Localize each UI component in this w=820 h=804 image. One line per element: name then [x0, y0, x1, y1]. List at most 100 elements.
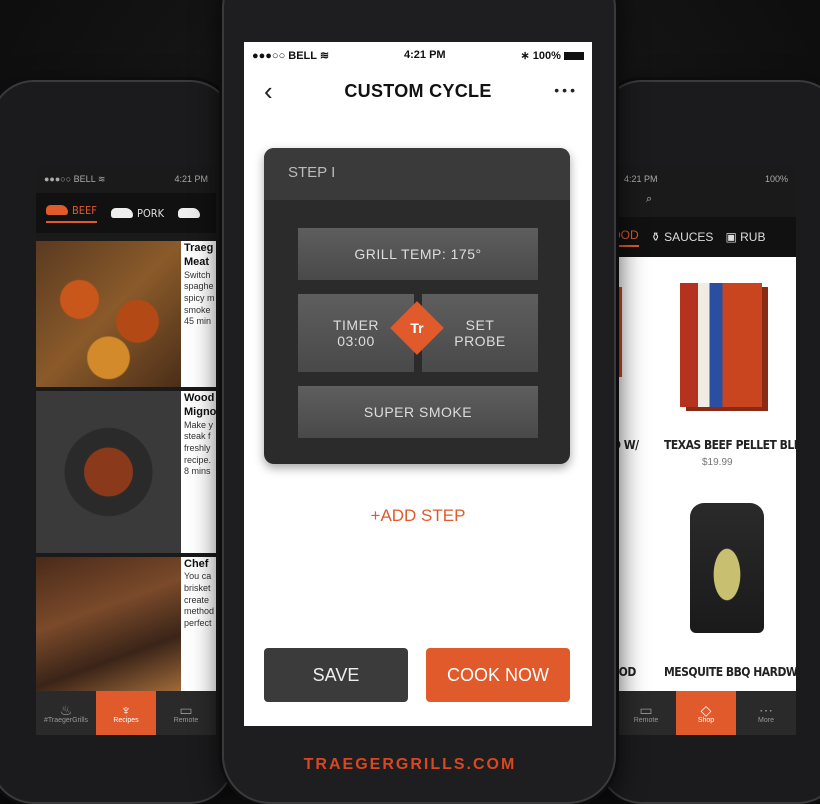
- list-item[interactable]: Wood Migno Make y steak f freshly recipe…: [36, 391, 216, 553]
- product-name[interactable]: MESQUITE BBQ HARDWOOD: [664, 665, 796, 679]
- sauce-icon: ⚱: [650, 230, 661, 244]
- battery: ∗ 100%: [521, 49, 584, 62]
- tab-label: More: [758, 716, 774, 724]
- tab-sauces[interactable]: ⚱ SAUCES: [651, 230, 714, 244]
- chef-icon: ♆: [120, 701, 132, 718]
- recipe-text: Wood Migno Make y steak f freshly recipe…: [184, 391, 216, 478]
- tab-label: Remote: [173, 716, 199, 724]
- list-item[interactable]: Chef You ca brisket create method perfec…: [36, 557, 216, 691]
- grill-temp-button[interactable]: GRILL TEMP: 175°: [298, 228, 538, 280]
- traeger-logo-icon: Tr: [390, 301, 444, 355]
- status-bar: 4:21 PM 100%: [616, 165, 796, 193]
- recipe-image: [36, 241, 181, 387]
- add-step-link[interactable]: +ADD STEP: [244, 506, 592, 526]
- tab-label: PORK: [137, 206, 165, 220]
- right-phone-screen: 4:21 PM 100% ⌕ HARDWOOD ⚱ SAUCES ▣ RUB D…: [616, 165, 796, 735]
- website-footer: TRAEGERGRILLS.COM: [303, 756, 517, 773]
- super-smoke-label: SUPER SMOKE: [363, 404, 473, 420]
- center-phone-screen: ●●●○○ BELL ≋ 4:21 PM ∗ 100% ‹ CUSTOM CYC…: [244, 42, 592, 726]
- list-item[interactable]: Traeg Meat Switch spaghe spicy m smoke 4…: [36, 241, 216, 387]
- recipe-time: 8 mins: [184, 466, 211, 477]
- bottom-tab-bar: ▭ Remote ◇ Shop ⋯ More: [616, 691, 796, 735]
- cook-now-button[interactable]: COOK NOW: [426, 648, 570, 702]
- tab-remote[interactable]: ▭ Remote: [156, 691, 216, 735]
- tab-label: RUB: [740, 230, 766, 244]
- tab-label: SAUCES: [664, 230, 714, 244]
- rub-icon: ▣: [725, 230, 737, 244]
- tab-label: Remote: [633, 716, 659, 724]
- more-options-icon[interactable]: •••: [554, 82, 578, 98]
- left-phone-screen: ●●●○○ BELL ≋ 4:21 PM BEEF PORK Traeg Mea…: [36, 165, 216, 735]
- battery-label: ∗ 100%: [520, 49, 561, 62]
- remote-icon: ▭: [639, 701, 653, 718]
- save-button[interactable]: SAVE: [264, 648, 408, 702]
- timer-label: TIMER: [332, 317, 380, 333]
- set-label: SET: [465, 317, 495, 333]
- pig-icon: [111, 208, 133, 218]
- clock: 4:21 PM: [174, 174, 208, 184]
- partial-product-name: OOD: [616, 665, 636, 679]
- product-image-mesquite[interactable]: [690, 503, 764, 633]
- partial-product-image: [616, 287, 622, 377]
- status-bar: ●●●○○ BELL ≋ 4:21 PM: [36, 165, 216, 193]
- tab-traegergrills[interactable]: ♨ #TraegerGrills: [36, 691, 96, 735]
- tag-icon: ◇: [700, 701, 712, 718]
- battery: 100%: [764, 174, 788, 184]
- tab-beef[interactable]: BEEF: [46, 204, 97, 223]
- partial-product-name: D W/: [616, 438, 639, 452]
- recipe-title: Wood Migno: [184, 392, 216, 419]
- logo-text: Tr: [410, 320, 424, 336]
- step-label: STEP I: [288, 164, 336, 181]
- clock: 4:21 PM: [624, 174, 658, 184]
- tab-rub[interactable]: ▣ RUB: [725, 230, 765, 244]
- probe-label: PROBE: [454, 333, 506, 349]
- remote-icon: ▭: [179, 701, 193, 718]
- tab-label: #TraegerGrills: [43, 716, 89, 724]
- tab-label: Recipes: [113, 716, 139, 724]
- recipe-desc: Make y steak f freshly recipe.: [184, 419, 214, 465]
- recipe-time: 45 min: [184, 316, 212, 327]
- clock: 4:21 PM: [404, 49, 446, 61]
- carrier: ●●●○○ BELL ≋: [44, 173, 106, 184]
- product-image-texas-beef[interactable]: [680, 283, 762, 407]
- tab-hardwood[interactable]: HARDWOOD: [616, 228, 639, 247]
- search-icon: ⌕: [646, 193, 653, 205]
- flame-icon: ♨: [59, 701, 73, 718]
- recipe-image: [36, 557, 181, 691]
- product-name[interactable]: TEXAS BEEF PELLET BLEND: [664, 438, 796, 452]
- bottom-tab-bar: ♨ #TraegerGrills ♆ Recipes ▭ Remote: [36, 691, 216, 735]
- grill-temp-label: GRILL TEMP: 175°: [354, 246, 482, 262]
- recipe-text: Chef You ca brisket create method perfec…: [184, 557, 216, 630]
- tab-remote[interactable]: ▭ Remote: [616, 691, 676, 735]
- set-probe-button[interactable]: SET PROBE: [422, 294, 538, 372]
- recipe-title: Traeg Meat: [184, 242, 214, 269]
- recipe-title: Chef: [184, 558, 209, 570]
- tab-label: BEEF: [72, 203, 97, 217]
- recipe-text: Traeg Meat Switch spaghe spicy m smoke 4…: [184, 241, 216, 328]
- tab-more[interactable]: ⋯ More: [736, 691, 796, 735]
- recipe-desc: Switch spaghe spicy m smoke: [184, 269, 215, 315]
- timer-value: 03:00: [337, 333, 375, 349]
- step-card: STEP I GRILL TEMP: 175° TIMER 03:00 SET …: [264, 148, 570, 464]
- tab-label: Shop: [697, 716, 715, 724]
- tab-pork[interactable]: PORK: [111, 207, 164, 220]
- back-chevron-icon[interactable]: ‹: [264, 76, 273, 107]
- more-icon: ⋯: [759, 701, 773, 718]
- super-smoke-button[interactable]: SUPER SMOKE: [298, 386, 538, 438]
- recipe-image: [36, 391, 181, 553]
- tab-recipes[interactable]: ♆ Recipes: [96, 691, 156, 735]
- category-tabs: BEEF PORK: [36, 193, 216, 233]
- product-price: $19.99: [702, 457, 733, 468]
- page-title: CUSTOM CYCLE: [344, 80, 492, 101]
- chicken-icon[interactable]: [178, 208, 201, 218]
- status-bar: ●●●○○ BELL ≋ 4:21 PM ∗ 100%: [244, 42, 592, 68]
- search-bar[interactable]: ⌕: [616, 193, 796, 217]
- cow-icon: [46, 205, 68, 215]
- step-header: STEP I: [264, 148, 570, 200]
- carrier: ●●●○○ BELL ≋: [252, 49, 330, 62]
- tab-shop[interactable]: ◇ Shop: [676, 691, 736, 735]
- battery-icon: [563, 51, 584, 60]
- category-tabs: HARDWOOD ⚱ SAUCES ▣ RUB: [616, 217, 796, 257]
- recipe-desc: You ca brisket create method perfect: [184, 571, 215, 629]
- nav-bar: ‹ CUSTOM CYCLE •••: [244, 68, 592, 114]
